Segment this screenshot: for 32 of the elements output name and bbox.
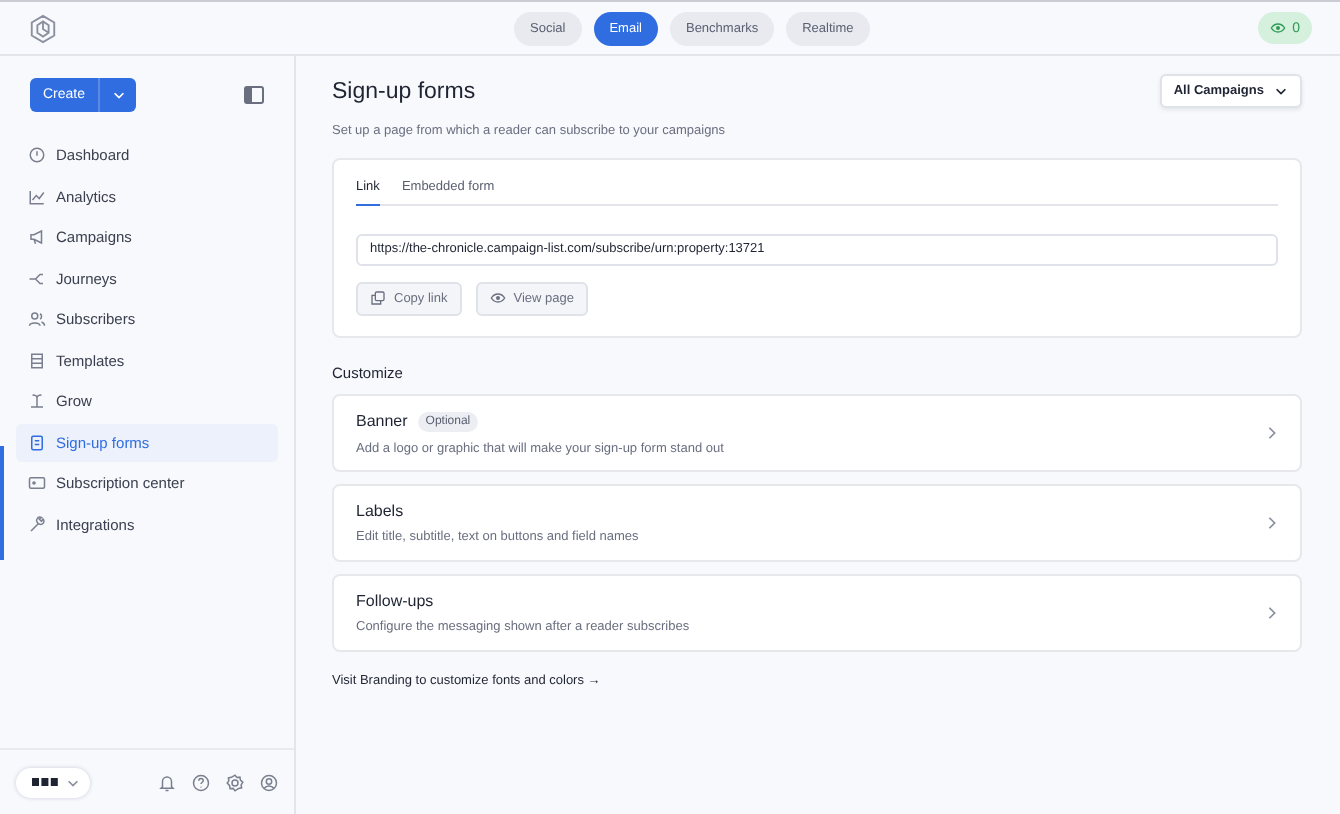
- bell-icon[interactable]: [158, 773, 176, 791]
- document-icon: [28, 433, 46, 451]
- chevron-down-icon: [66, 775, 80, 789]
- card-title: Banner: [356, 412, 408, 430]
- gauge-icon: [28, 146, 46, 164]
- help-icon[interactable]: [192, 773, 210, 791]
- wrench-icon: [28, 515, 46, 533]
- account-icon[interactable]: [260, 773, 278, 791]
- people-icon: [28, 310, 46, 328]
- eye-icon: [1270, 20, 1287, 36]
- chevron-down-icon: [1274, 84, 1288, 98]
- dots-icon: [32, 778, 58, 786]
- chevron-right-icon: [1266, 426, 1278, 440]
- document-icon: [28, 351, 46, 369]
- eye-icon: [489, 290, 506, 306]
- card-icon: [28, 474, 46, 492]
- card-title: Labels: [356, 502, 404, 520]
- line-chart-icon: [28, 187, 46, 205]
- create-menu-button[interactable]: [98, 78, 136, 112]
- branch-icon: [28, 269, 46, 287]
- chevron-down-icon: [111, 88, 125, 102]
- chevron-right-icon: [1266, 606, 1278, 620]
- megaphone-icon: [28, 228, 46, 246]
- scroll-indicator: [0, 446, 4, 560]
- logo-icon[interactable]: [28, 13, 58, 43]
- copy-icon: [370, 290, 386, 306]
- sidebar-toggle-icon[interactable]: [244, 86, 264, 104]
- chevron-right-icon: [1266, 516, 1278, 530]
- page-title: Sign-up forms: [332, 79, 476, 103]
- card-title: Follow-ups: [356, 592, 434, 610]
- settings-icon[interactable]: [226, 773, 244, 791]
- workspace-switcher[interactable]: [16, 767, 90, 797]
